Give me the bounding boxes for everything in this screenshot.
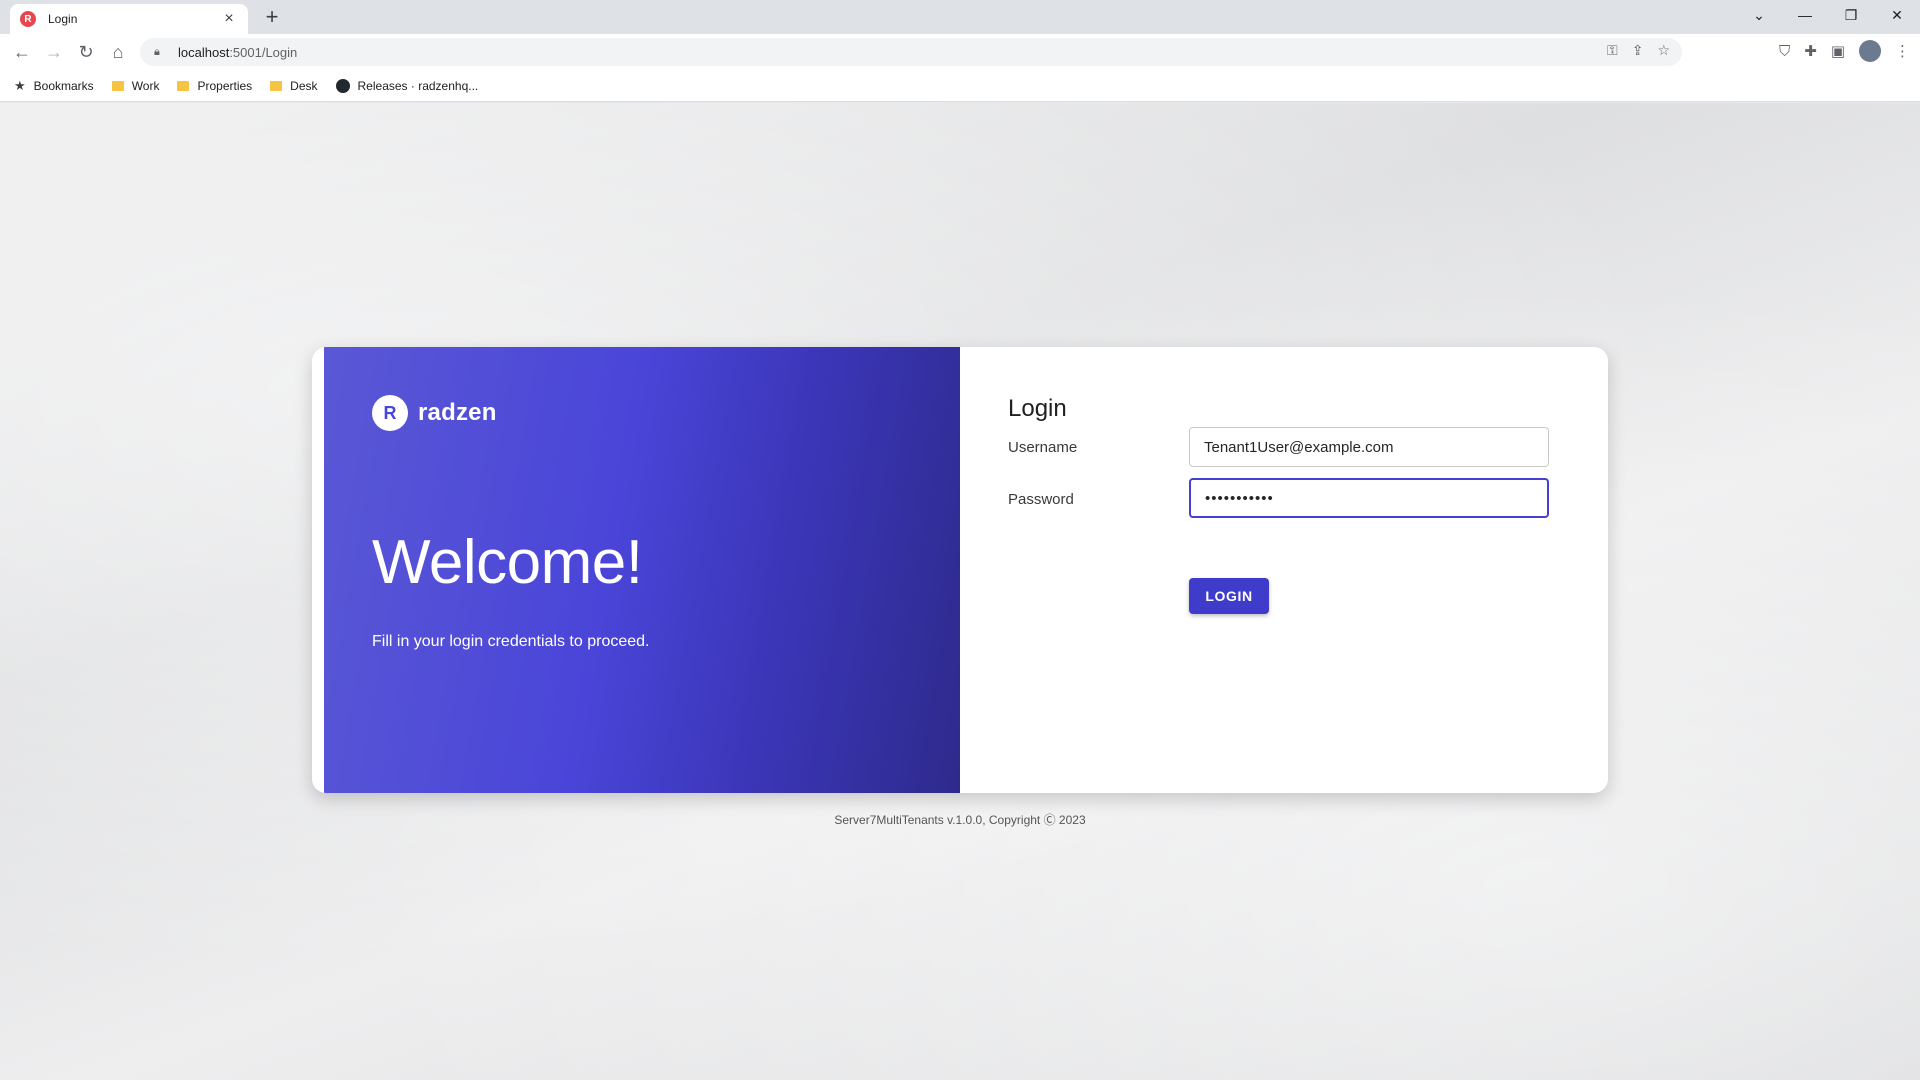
welcome-subtitle: Fill in your login credentials to procee… (372, 633, 650, 650)
restore-button[interactable]: ❐ (1828, 0, 1874, 30)
tab-search-icon[interactable]: ⌄ (1736, 0, 1782, 30)
forward-icon[interactable]: → (42, 40, 66, 64)
folder-icon (270, 80, 283, 91)
reload-icon[interactable]: ↻ (74, 40, 98, 64)
star-icon: ★ (14, 77, 26, 93)
new-tab-button[interactable]: + (260, 6, 284, 28)
bookmarks-bar: ★ Bookmarks Work Properties Desk Release… (0, 70, 1920, 102)
folder-icon (177, 80, 190, 91)
bookmark-releases[interactable]: Releases · radzenhq... (335, 78, 479, 93)
window-controls: ⌄ — ❐ ✕ (1736, 0, 1920, 30)
username-label: Username (1008, 439, 1078, 456)
browser-tabstrip: R Login × + ⌄ — ❐ ✕ (0, 0, 1920, 34)
url-host: localhost (178, 44, 230, 60)
minimize-button[interactable]: — (1782, 0, 1828, 30)
bookmark-properties[interactable]: Properties (177, 79, 252, 93)
bookmark-star-icon[interactable]: ☆ (1657, 42, 1670, 59)
back-icon[interactable]: ← (10, 40, 34, 64)
folder-icon (111, 80, 124, 91)
password-field[interactable] (1189, 478, 1549, 518)
extensions-area: ⛉ ✚ ▣ ⋮ (1779, 40, 1910, 62)
form-title: Login (1008, 395, 1067, 422)
brand: R radzen (372, 395, 497, 431)
browser-toolbar: ← → ↻ ⌂ 🔒︎ localhost:5001/Login ⚿ ⇪ ☆ ⛉ … (0, 34, 1920, 70)
footer-copyright: Server7MultiTenants v.1.0.0, Copyright Ⓒ… (834, 813, 1086, 827)
radzen-logo-icon: R (372, 395, 408, 431)
extensions-puzzle-icon[interactable]: ✚ (1804, 42, 1817, 60)
username-field[interactable] (1189, 427, 1549, 467)
radzen-favicon-icon: R (20, 11, 36, 27)
password-key-icon[interactable]: ⚿ (1607, 42, 1618, 59)
omnibox-actions: ⚿ ⇪ ☆ (1607, 42, 1670, 59)
profile-avatar[interactable] (1859, 40, 1881, 62)
bookmark-desk[interactable]: Desk (270, 78, 318, 93)
address-bar[interactable]: 🔒︎ localhost:5001/Login ⚿ ⇪ ☆ (140, 38, 1682, 66)
url-path: :5001/Login (229, 44, 298, 60)
lock-icon[interactable]: 🔒︎ (154, 46, 168, 59)
bookmark-label: Properties (197, 78, 253, 93)
side-panel-icon[interactable]: ▣ (1831, 42, 1845, 60)
menu-kebab-icon[interactable]: ⋮ (1895, 42, 1910, 60)
login-button[interactable]: LOGIN (1189, 578, 1269, 614)
bookmark-work[interactable]: Work (111, 78, 160, 93)
shield-extension-icon[interactable]: ⛉ (1779, 43, 1790, 60)
bookmark-label: Releases · radzenhq... (357, 78, 479, 93)
login-card: R radzen Welcome! Fill in your login cre… (312, 347, 1608, 793)
welcome-heading: Welcome! (372, 528, 643, 597)
brand-name: radzen (418, 399, 497, 426)
share-icon[interactable]: ⇪ (1632, 42, 1644, 59)
bookmark-label: Desk (290, 78, 318, 93)
url-text: localhost:5001/Login (178, 45, 297, 60)
bookmark-label: Bookmarks (33, 78, 94, 93)
tab-title: Login (48, 12, 78, 26)
github-icon (335, 78, 350, 93)
browser-tab[interactable]: R Login × (10, 4, 248, 34)
page-background: R radzen Welcome! Fill in your login cre… (0, 103, 1920, 1080)
welcome-panel: R radzen Welcome! Fill in your login cre… (324, 347, 960, 793)
home-icon[interactable]: ⌂ (106, 40, 130, 64)
close-tab-icon[interactable]: × (220, 10, 238, 28)
bookmark-label: Work (131, 78, 160, 93)
close-window-button[interactable]: ✕ (1874, 0, 1920, 30)
bookmark-bookmarks[interactable]: ★ Bookmarks (14, 78, 94, 94)
password-label: Password (1008, 491, 1074, 508)
